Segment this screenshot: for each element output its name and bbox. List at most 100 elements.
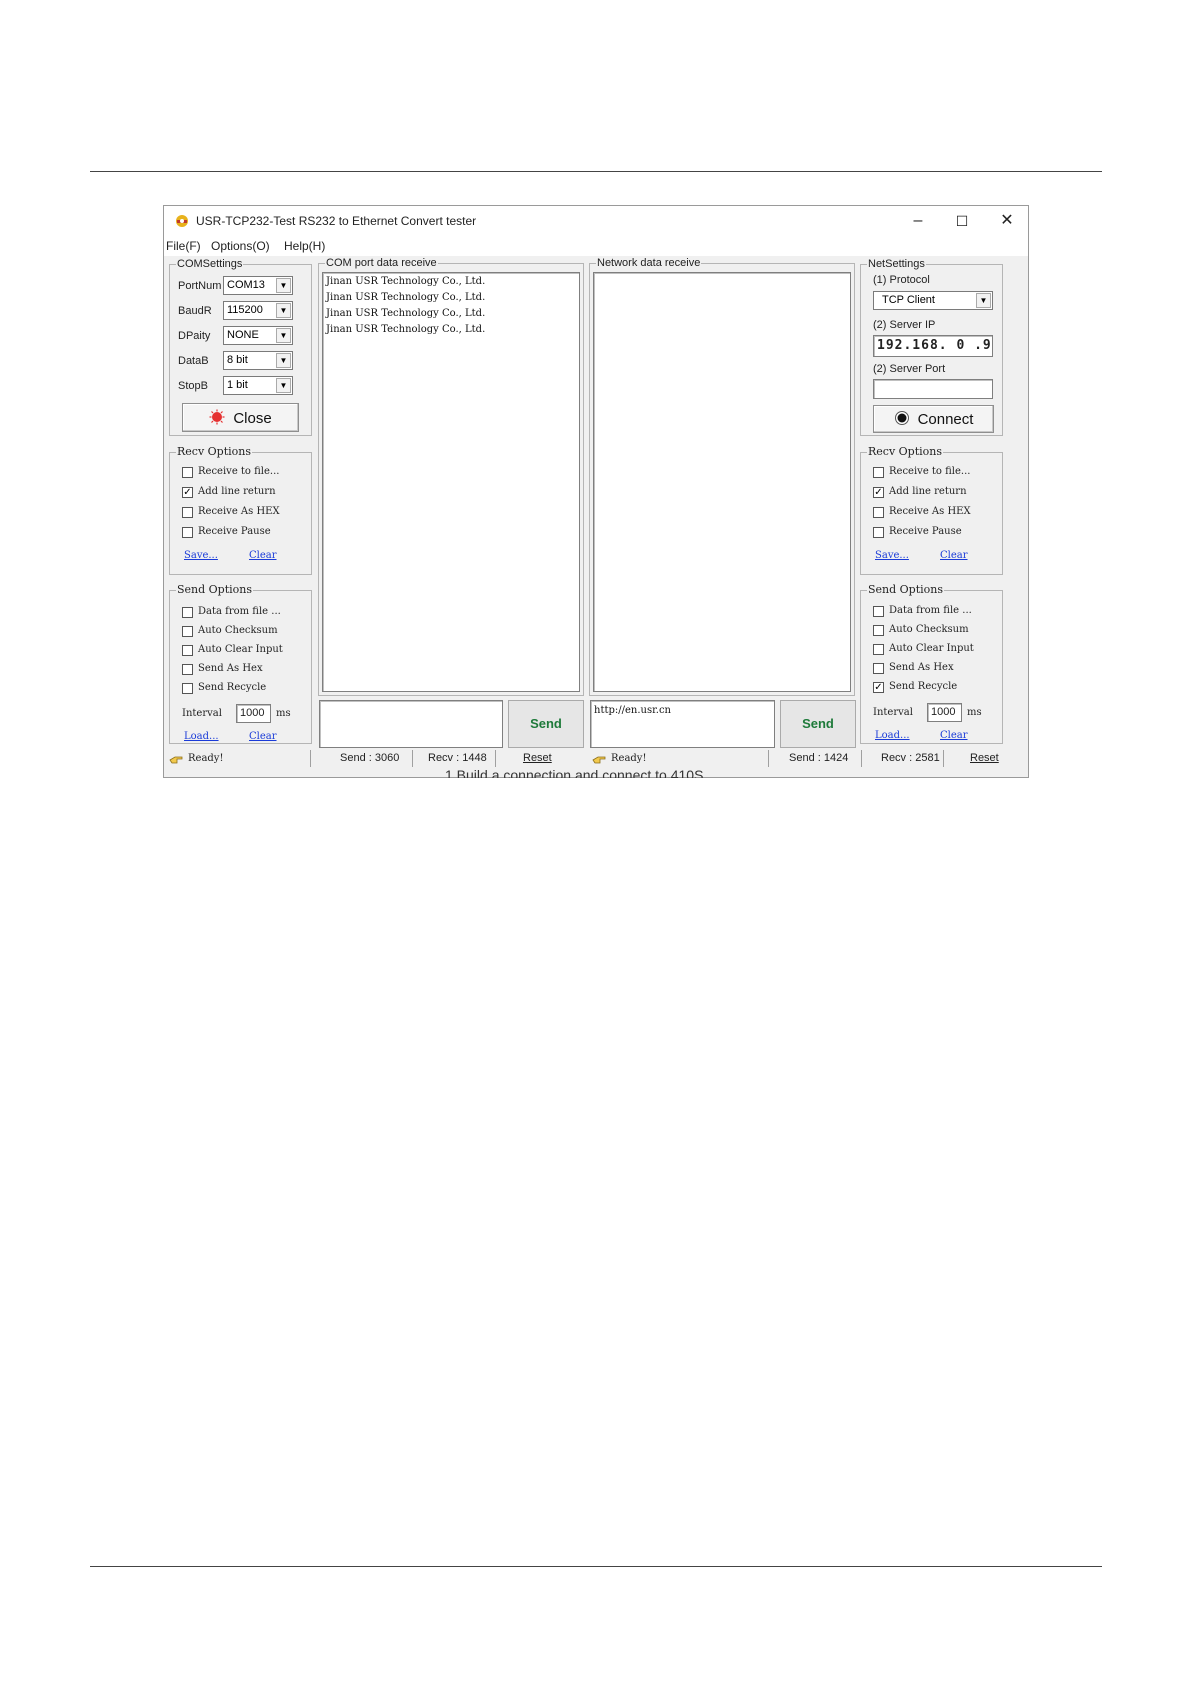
- left-data-from-file-label: Data from file ...: [198, 606, 281, 617]
- right-reset-button[interactable]: Reset: [970, 752, 999, 764]
- status-divider: [310, 750, 311, 767]
- right-auto-checksum-checkbox[interactable]: [873, 625, 884, 636]
- right-recv-save-link[interactable]: Save...: [875, 550, 909, 561]
- connect-button[interactable]: Connect: [873, 405, 994, 433]
- left-auto-checksum-checkbox[interactable]: [182, 626, 193, 637]
- com-receive-line: Jinan USR Technology Co., Ltd.: [326, 292, 486, 303]
- com-settings-legend: COMSettings: [176, 257, 244, 271]
- left-recv-count: Recv : 1448: [428, 752, 487, 764]
- right-interval-label: Interval: [873, 707, 913, 718]
- left-data-from-file-checkbox[interactable]: [182, 607, 193, 618]
- close-window-button[interactable]: ✕: [987, 209, 1027, 233]
- right-send-load-link[interactable]: Load...: [875, 730, 910, 741]
- left-recv-save-link[interactable]: Save...: [184, 550, 218, 561]
- left-reset-button[interactable]: Reset: [523, 752, 552, 764]
- close-port-button[interactable]: Close: [182, 403, 299, 432]
- right-send-count: Send : 1424: [789, 752, 849, 764]
- server-ip-input[interactable]: 192.168. 0 .95: [873, 335, 993, 357]
- right-recv-clear-link[interactable]: Clear: [940, 550, 968, 561]
- baud-select[interactable]: 115200 ▼: [223, 301, 293, 320]
- left-recv-options-legend: Recv Options: [176, 445, 253, 459]
- left-interval-input[interactable]: 1000: [236, 704, 271, 723]
- server-port-input[interactable]: [873, 379, 993, 399]
- data-bits-select[interactable]: 8 bit ▼: [223, 351, 293, 370]
- connection-status-icon: [894, 411, 909, 425]
- port-value: COM13: [227, 279, 265, 291]
- com-settings-group: COMSettings PortNum COM13 ▼ BaudR 115200…: [169, 257, 312, 436]
- left-add-line-return-label: Add line return: [198, 486, 276, 497]
- right-receive-to-file-checkbox[interactable]: [873, 467, 884, 478]
- port-select[interactable]: COM13 ▼: [223, 276, 293, 295]
- status-divider: [861, 750, 862, 767]
- right-receive-as-hex-label: Receive As HEX: [889, 506, 971, 517]
- left-send-clear-link[interactable]: Clear: [249, 731, 277, 742]
- net-receive-group: Network data receive: [589, 256, 855, 696]
- right-auto-clear-input-label: Auto Clear Input: [889, 643, 974, 654]
- com-receive-legend: COM port data receive: [325, 256, 438, 270]
- net-settings-group: NetSettings (1) Protocol TCP Client ▼ (2…: [860, 257, 1003, 436]
- server-ip-value: 192.168. 0 .95: [877, 338, 993, 353]
- right-recv-count: Recv : 2581: [881, 752, 940, 764]
- data-bits-label: DataB: [178, 355, 209, 367]
- com-send-button[interactable]: Send: [508, 700, 584, 748]
- stop-bits-select[interactable]: 1 bit ▼: [223, 376, 293, 395]
- parity-select[interactable]: NONE ▼: [223, 326, 293, 345]
- parity-value: NONE: [227, 329, 259, 341]
- window-title: USR-TCP232-Test RS232 to Ethernet Conver…: [196, 214, 477, 228]
- left-send-recycle-checkbox[interactable]: [182, 683, 193, 694]
- left-send-options-legend: Send Options: [176, 583, 254, 597]
- left-add-line-return-checkbox[interactable]: ✓: [182, 487, 193, 498]
- right-receive-as-hex-checkbox[interactable]: [873, 507, 884, 518]
- menu-file[interactable]: File(F): [166, 239, 201, 253]
- minimize-button[interactable]: –: [898, 209, 938, 233]
- menu-help[interactable]: Help(H): [284, 239, 325, 253]
- protocol-value: TCP Client: [882, 294, 935, 306]
- caption-clip: 1 Build a connection and connect to 410S: [163, 770, 1029, 778]
- menu-options[interactable]: Options(O): [211, 239, 270, 253]
- chevron-down-icon: ▼: [276, 353, 291, 368]
- left-recv-clear-link[interactable]: Clear: [249, 550, 277, 561]
- left-interval-unit: ms: [276, 708, 291, 719]
- app-window: USR-TCP232-Test RS232 to Ethernet Conver…: [163, 205, 1029, 778]
- right-send-recycle-checkbox[interactable]: ✓: [873, 682, 884, 693]
- right-status-ready: Ready!: [611, 753, 647, 764]
- left-auto-checksum-label: Auto Checksum: [198, 625, 278, 636]
- status-divider: [768, 750, 769, 767]
- right-auto-clear-input-checkbox[interactable]: [873, 644, 884, 655]
- right-interval-value: 1000: [931, 706, 956, 718]
- left-send-load-link[interactable]: Load...: [184, 731, 219, 742]
- stop-bits-label: StopB: [178, 380, 208, 392]
- right-send-clear-link[interactable]: Clear: [940, 730, 968, 741]
- footer-rule: [90, 1566, 1102, 1567]
- com-receive-line: Jinan USR Technology Co., Ltd.: [326, 308, 486, 319]
- net-send-input[interactable]: http://en.usr.cn: [590, 700, 775, 748]
- right-send-as-hex-checkbox[interactable]: [873, 663, 884, 674]
- connect-label: Connect: [917, 411, 974, 428]
- left-send-as-hex-checkbox[interactable]: [182, 664, 193, 675]
- right-data-from-file-checkbox[interactable]: [873, 606, 884, 617]
- figure-caption: 1 Build a connection and connect to 410S: [445, 770, 704, 778]
- status-divider: [943, 750, 944, 767]
- app-icon: [176, 215, 188, 227]
- left-receive-to-file-checkbox[interactable]: [182, 467, 193, 478]
- net-receive-textarea[interactable]: [593, 272, 851, 692]
- right-data-from-file-label: Data from file ...: [889, 605, 972, 616]
- left-recv-options-group: Recv Options Receive to file... ✓ Add li…: [169, 445, 312, 575]
- right-receive-pause-checkbox[interactable]: [873, 527, 884, 538]
- left-auto-clear-input-checkbox[interactable]: [182, 645, 193, 656]
- left-auto-clear-input-label: Auto Clear Input: [198, 644, 283, 655]
- protocol-select[interactable]: TCP Client ▼: [873, 291, 993, 310]
- left-receive-pause-checkbox[interactable]: [182, 527, 193, 538]
- com-send-input[interactable]: [319, 700, 503, 748]
- right-interval-input[interactable]: 1000: [927, 703, 962, 722]
- chevron-down-icon: ▼: [976, 293, 991, 308]
- net-send-button[interactable]: Send: [780, 700, 856, 748]
- left-receive-as-hex-checkbox[interactable]: [182, 507, 193, 518]
- left-send-options-group: Send Options Data from file ... Auto Che…: [169, 583, 312, 744]
- right-interval-unit: ms: [967, 707, 982, 718]
- maximize-button[interactable]: ☐: [942, 209, 982, 233]
- right-send-options-group: Send Options Data from file ... Auto Che…: [860, 583, 1003, 744]
- com-receive-textarea[interactable]: Jinan USR Technology Co., Ltd. Jinan USR…: [322, 272, 580, 692]
- right-receive-to-file-label: Receive to file...: [889, 466, 971, 477]
- right-add-line-return-checkbox[interactable]: ✓: [873, 487, 884, 498]
